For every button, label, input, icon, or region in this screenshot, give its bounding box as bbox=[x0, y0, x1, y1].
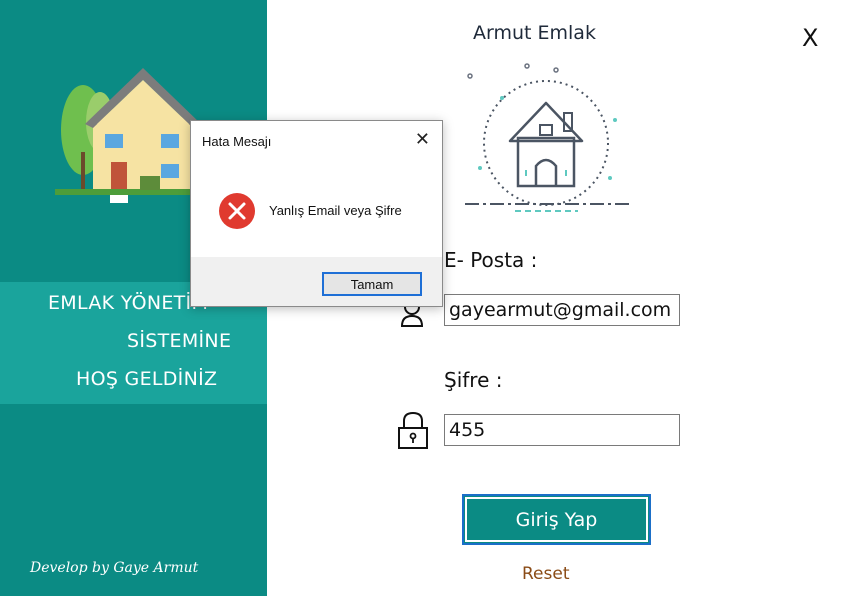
login-button[interactable]: Giriş Yap bbox=[462, 494, 651, 545]
welcome-line-2: SİSTEMİNE bbox=[127, 330, 232, 352]
dialog-footer: Tamam bbox=[191, 257, 442, 306]
password-label: Şifre : bbox=[444, 368, 503, 392]
welcome-line-1: EMLAK YÖNETİM bbox=[48, 292, 209, 314]
reset-link[interactable]: Reset bbox=[522, 564, 570, 584]
close-button[interactable]: X bbox=[802, 24, 818, 52]
dialog-close-button[interactable]: ✕ bbox=[415, 129, 430, 150]
app-title: Armut Emlak bbox=[473, 22, 596, 44]
dialog-title: Hata Mesajı bbox=[202, 134, 272, 149]
dialog-ok-button[interactable]: Tamam bbox=[322, 272, 422, 296]
dialog-message: Yanlış Email veya Şifre bbox=[269, 203, 402, 218]
email-label: E- Posta : bbox=[444, 248, 538, 272]
error-dialog: Hata Mesajı ✕ Yanlış Email veya Şifre Ta… bbox=[190, 120, 443, 307]
password-field[interactable]: 455 bbox=[444, 414, 680, 446]
house-logo-icon bbox=[465, 63, 632, 212]
welcome-line-3: HOŞ GELDİNİZ bbox=[76, 368, 218, 390]
email-field[interactable]: gayearmut@gmail.com bbox=[444, 294, 680, 326]
developer-credit: Develop by Gaye Armut bbox=[30, 560, 199, 576]
lock-icon bbox=[398, 411, 428, 449]
error-icon bbox=[219, 193, 255, 229]
